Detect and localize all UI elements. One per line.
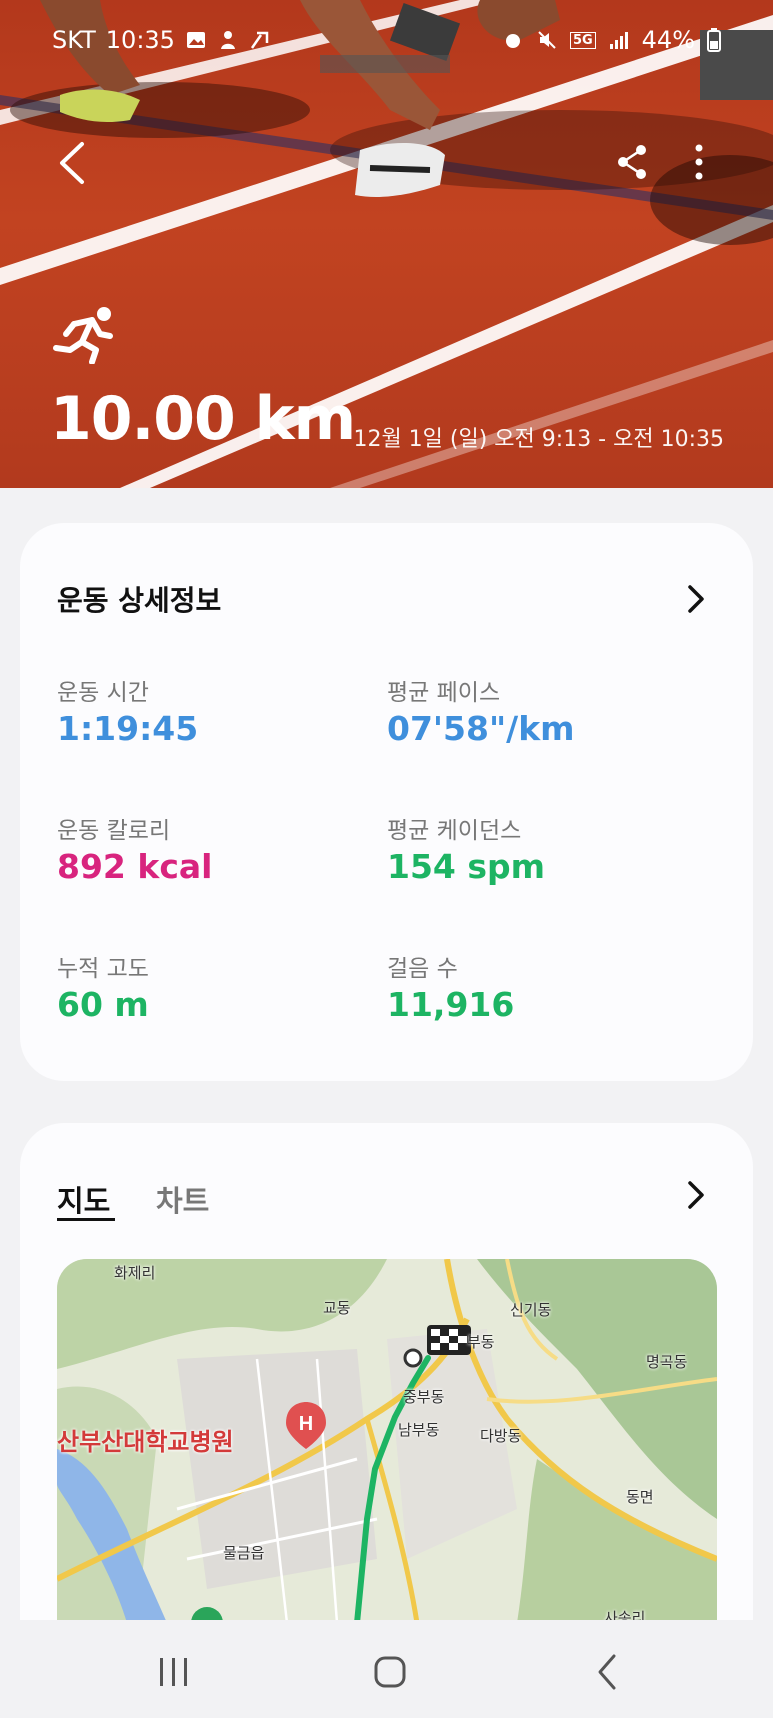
battery-icon xyxy=(707,28,721,52)
distance-value: 10.00 km xyxy=(50,384,356,454)
share-icon[interactable] xyxy=(615,142,649,182)
map-label-jungbudong: 중부동 xyxy=(403,1388,445,1406)
back-button[interactable] xyxy=(54,140,90,186)
status-bar: SKT 10:35 5G 44% xyxy=(0,0,773,80)
calories-value: 892 kcal xyxy=(57,847,213,886)
route-map[interactable]: H 화제리 교동 신기동 부동 명곡동 중부동 남부동 다방동 산부산대학교병원… xyxy=(57,1259,717,1623)
back-nav-icon[interactable] xyxy=(586,1650,630,1694)
elevation-value: 60 m xyxy=(57,985,149,1024)
running-icon xyxy=(53,307,113,364)
map-label-hwajeri: 화제리 xyxy=(114,1264,156,1282)
avg-pace-value: 07'58"/km xyxy=(387,709,575,748)
steps-value: 11,916 xyxy=(387,985,515,1024)
active-tab-indicator xyxy=(57,1218,115,1221)
map-chevron-right-icon[interactable] xyxy=(685,1179,707,1211)
map-label-hospital: 산부산대학교병원 xyxy=(57,1428,234,1456)
battery-text: 44% xyxy=(641,26,695,54)
duration-value: 1:19:45 xyxy=(57,709,199,748)
workout-details-card[interactable]: 운동 상세정보 운동 시간 1:19:45 평균 페이스 07'58"/km 운… xyxy=(20,523,753,1081)
network-badge: 5G xyxy=(569,31,596,49)
svg-text:H: H xyxy=(299,1413,313,1435)
avg-cadence-value: 154 spm xyxy=(387,847,546,886)
map-label-gyodong: 교동 xyxy=(323,1299,351,1317)
activity-hero: SKT 10:35 5G 44% 10.00 km 12월 1일 (일) 오전 … xyxy=(0,0,773,488)
map-label-dongmyeon: 동면 xyxy=(626,1488,654,1506)
carrier-text: SKT xyxy=(52,26,96,54)
details-title: 운동 상세정보 xyxy=(57,584,222,617)
map-label-myeonggokdong: 명곡동 xyxy=(646,1353,688,1371)
elevation-label: 누적 고도 xyxy=(57,956,149,982)
alarm-icon xyxy=(505,34,520,48)
workout-date-range: 12월 1일 (일) 오전 9:13 - 오전 10:35 xyxy=(353,427,724,452)
map-label-nambudong: 남부동 xyxy=(398,1421,440,1439)
gallery-icon xyxy=(186,32,205,48)
steps-label: 걸음 수 xyxy=(387,956,458,982)
avg-pace-label: 평균 페이스 xyxy=(387,680,501,706)
map-label-mulgeumeup: 물금읍 xyxy=(223,1544,265,1562)
tab-map[interactable]: 지도 xyxy=(57,1178,110,1220)
recent-apps-icon[interactable] xyxy=(152,1650,196,1694)
details-chevron-right-icon[interactable] xyxy=(685,583,707,615)
tool-icon xyxy=(250,31,269,49)
avg-cadence-label: 평균 케이던스 xyxy=(387,818,522,844)
more-options-icon[interactable] xyxy=(686,142,712,182)
map-label-bubudong: 부동 xyxy=(467,1333,495,1351)
mute-icon xyxy=(538,31,556,49)
signal-icon xyxy=(609,32,628,49)
map-label-singidong: 신기동 xyxy=(510,1301,552,1319)
clock-text: 10:35 xyxy=(105,26,175,54)
activity-notify-icon xyxy=(220,31,235,49)
system-navigation-bar xyxy=(0,1620,773,1718)
tab-chart[interactable]: 차트 xyxy=(156,1178,209,1220)
calories-label: 운동 칼로리 xyxy=(57,818,171,844)
duration-label: 운동 시간 xyxy=(57,680,149,706)
map-label-dabangdong: 다방동 xyxy=(480,1427,522,1445)
home-icon[interactable] xyxy=(368,1650,412,1694)
